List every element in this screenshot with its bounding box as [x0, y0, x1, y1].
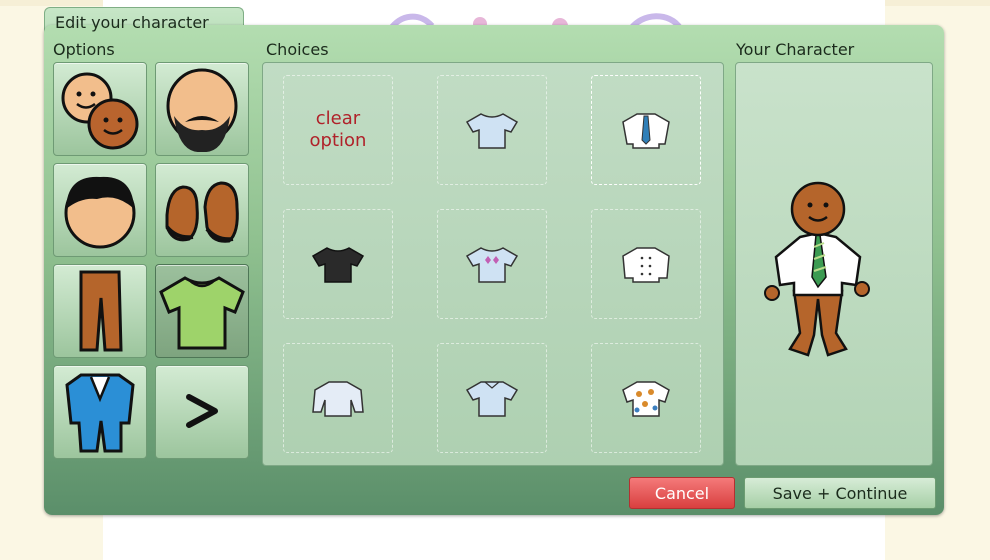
clear-option-cell[interactable]: clear option [283, 75, 393, 185]
facial-hair-icon [166, 68, 238, 152]
clear-option-label: clear option [309, 108, 367, 151]
choices-label: Choices [266, 40, 329, 59]
hair-icon [64, 176, 136, 249]
light-blue-tshirt-icon [465, 113, 519, 149]
option-pants[interactable] [53, 264, 147, 358]
character-avatar [764, 181, 870, 357]
choice-item[interactable] [283, 209, 393, 319]
skin-tone-icon [61, 72, 139, 150]
save-continue-button[interactable]: Save + Continue [744, 477, 936, 509]
pants-icon [79, 270, 123, 352]
white-longsleeve-icon [312, 381, 364, 417]
hawaiian-shirt-icon [622, 381, 670, 417]
option-suit[interactable] [53, 365, 147, 459]
dialog-title: Edit your character [55, 13, 209, 32]
choice-item[interactable] [437, 209, 547, 319]
options-label: Options [53, 40, 115, 59]
choice-item[interactable] [591, 343, 701, 453]
option-shoes[interactable] [155, 163, 249, 257]
choices-panel: clear option [262, 62, 724, 466]
option-skin-tone[interactable] [53, 62, 147, 156]
white-shirt-tie-icon [622, 113, 670, 149]
option-shirt[interactable] [155, 264, 249, 358]
option-facial-hair[interactable] [155, 62, 249, 156]
next-arrow-icon [186, 394, 218, 428]
choice-item[interactable] [591, 209, 701, 319]
choice-item[interactable] [283, 343, 393, 453]
suit-icon [65, 373, 135, 453]
cancel-button[interactable]: Cancel [629, 477, 735, 509]
black-tshirt-icon [311, 247, 365, 283]
shoes-icon [165, 181, 239, 243]
choice-item-selected[interactable] [591, 75, 701, 185]
blue-tshirt-icon [465, 381, 519, 417]
your-character-label: Your Character [736, 40, 855, 59]
option-next-button[interactable] [155, 365, 249, 459]
option-hair[interactable] [53, 163, 147, 257]
choice-item[interactable] [437, 75, 547, 185]
chef-jacket-icon [622, 247, 670, 283]
argyle-tshirt-icon [465, 247, 519, 283]
shirt-icon [159, 276, 245, 350]
character-preview-panel [735, 62, 933, 466]
choice-item[interactable] [437, 343, 547, 453]
